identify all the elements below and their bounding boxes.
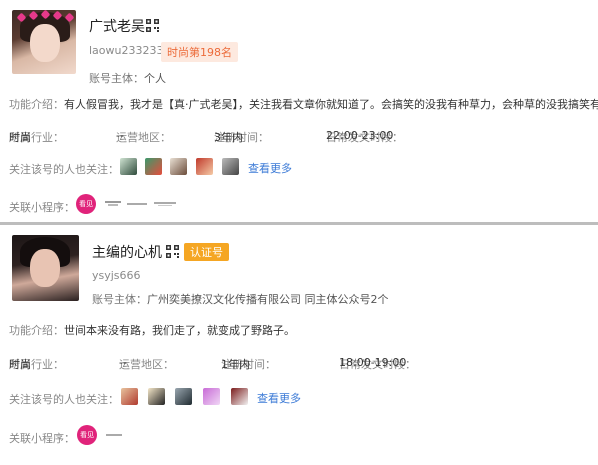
intro-label: 功能介绍：: [9, 98, 64, 111]
subject-value: 广州奕美撩汉文化传播有限公司 同主体公众号2个: [147, 293, 389, 306]
see-more-link[interactable]: 查看更多: [257, 390, 301, 406]
followed-account-avatar[interactable]: [148, 388, 165, 405]
also-follow-label-text: 关注该号的人也关注：: [9, 163, 119, 176]
also-follow-label: 关注该号的人也关注：: [9, 391, 119, 407]
meta-row: 所属行业： 时尚 运营地区： -- 注册时间： 3年内 日常发文时段： 22:00-23…: [9, 129, 598, 144]
see-more-link[interactable]: 查看更多: [248, 160, 292, 176]
mini-program-logo[interactable]: [104, 431, 124, 439]
mini-program-logo[interactable]: 看见你: [77, 425, 97, 459]
mini-program-row: 关联小程序：: [9, 199, 75, 215]
intro-row: 功能介绍：有人假冒我，我才是【真·广式老吴】，关注我看文章你就知道了。会搞笑的没…: [9, 96, 598, 112]
followed-account-avatar[interactable]: [222, 158, 239, 175]
intro-row: 功能介绍：世间本来没有路，我们走了，就变成了野路子。: [9, 322, 295, 338]
intro-text: 世间本来没有路，我们走了，就变成了野路子。: [64, 324, 295, 337]
account-subject: 账号主体：个人: [89, 70, 166, 86]
industry-value: 时尚: [9, 131, 31, 144]
card-divider: [0, 222, 598, 225]
account-id: laowu233233: [89, 44, 164, 57]
followed-account-avatar[interactable]: [203, 388, 220, 405]
also-follow-label: 关注该号的人也关注：: [9, 161, 119, 177]
industry-value: 时尚: [9, 358, 31, 371]
reg-time-value: 1年内: [221, 358, 250, 371]
followed-account-avatar[interactable]: [175, 388, 192, 405]
subject-label: 账号主体：: [89, 72, 144, 85]
followed-account-avatar[interactable]: [120, 158, 137, 175]
mini-program-logo[interactable]: 看见你: [76, 194, 96, 228]
avatar-face: [30, 249, 60, 287]
intro-text: 有人假冒我，我才是【真·广式老吴】，关注我看文章你就知道了。会搞笑的没我有种草力…: [64, 98, 598, 111]
mini-program-row: 关联小程序：: [9, 430, 75, 446]
mini-program-logo[interactable]: [154, 200, 176, 208]
account-avatar[interactable]: [12, 235, 79, 301]
region-value: --: [116, 129, 124, 142]
followed-account-avatar[interactable]: [196, 158, 213, 175]
qr-code-icon[interactable]: [146, 19, 159, 32]
mini-program-label: 关联小程序：: [9, 432, 75, 445]
qr-code-icon[interactable]: [166, 245, 179, 258]
subject-value: 个人: [144, 72, 166, 85]
followed-account-avatar[interactable]: [145, 158, 162, 175]
region-label: 运营地区：: [119, 358, 174, 371]
reg-time-value: 3年内: [214, 131, 243, 144]
also-follow-label-text: 关注该号的人也关注：: [9, 393, 119, 406]
avatar-face: [30, 24, 60, 62]
account-subject: 账号主体：广州奕美撩汉文化传播有限公司 同主体公众号2个: [92, 291, 389, 307]
account-avatar[interactable]: [12, 10, 76, 74]
meta-row: 所属行业： 时尚 运营地区： -- 注册时间： 1年内 日常发文时段： 18:00-19…: [9, 356, 598, 371]
rank-badge[interactable]: 时尚第198名: [161, 42, 238, 62]
subject-label: 账号主体：: [92, 293, 147, 306]
post-time-value: 18:00-19:00: [339, 356, 407, 369]
mini-program-logo[interactable]: [127, 200, 147, 208]
intro-label: 功能介绍：: [9, 324, 64, 337]
account-name[interactable]: 主编的心机: [92, 242, 162, 262]
post-time-value: 22:00-23:00: [326, 129, 394, 142]
mini-program-logo[interactable]: [103, 200, 123, 208]
followed-account-avatar[interactable]: [231, 388, 248, 405]
mini-program-label: 关联小程序：: [9, 201, 75, 214]
account-card-2: 主编的心机 认证号 ysyjs666 账号主体：广州奕美撩汉文化传播有限公司 同…: [0, 226, 598, 459]
certified-badge[interactable]: 认证号: [184, 243, 229, 261]
followed-account-avatar[interactable]: [170, 158, 187, 175]
region-value: --: [119, 356, 127, 369]
account-name[interactable]: 广式老吴: [89, 16, 145, 36]
account-card-1: 广式老吴 laowu233233 时尚第198名 账号主体：个人 功能介绍：有人…: [0, 0, 598, 228]
followed-account-avatar[interactable]: [121, 388, 138, 405]
account-id: ysyjs666: [92, 269, 141, 282]
region-label: 运营地区：: [116, 131, 171, 144]
